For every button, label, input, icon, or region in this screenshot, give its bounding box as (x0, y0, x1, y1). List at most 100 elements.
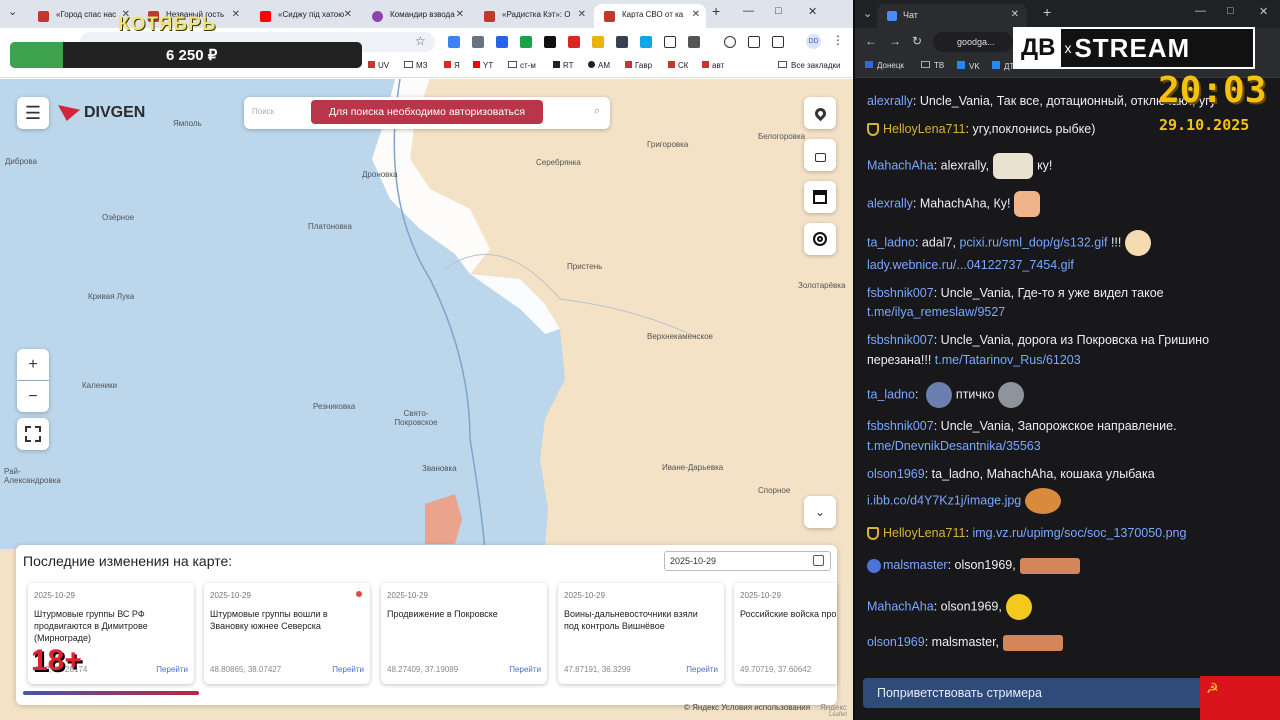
extension-icon[interactable] (472, 36, 484, 48)
extension-icon[interactable] (496, 36, 508, 48)
hamburger-menu-button[interactable]: ☰ (17, 97, 49, 129)
chat-username[interactable]: alexrally (867, 94, 913, 108)
tab-search-icon[interactable]: ⌄ (863, 7, 872, 20)
maximize-button[interactable]: □ (1227, 5, 1234, 17)
leaflet-attribution[interactable]: Leaflet (829, 712, 847, 718)
chat-link[interactable]: t.me/ilya_remeslaw/9527 (867, 303, 1005, 322)
calendar-icon[interactable] (813, 555, 824, 566)
bookmark-sk[interactable]: СК (668, 61, 688, 70)
chat-username[interactable]: ta_ladno (867, 387, 915, 401)
bookmark-dt[interactable]: ДТ (992, 61, 1014, 71)
lock-button[interactable] (804, 139, 836, 171)
chat-username[interactable]: HelloyLena711 (883, 526, 965, 540)
chat-tab[interactable]: Чат ✕ (877, 4, 1027, 28)
new-tab-button[interactable]: + (712, 3, 720, 19)
close-icon[interactable]: ✕ (578, 9, 586, 20)
extension-icon[interactable] (568, 36, 580, 48)
extension-icon[interactable] (592, 36, 604, 48)
divgen-logo[interactable]: DIVGEN (58, 101, 145, 125)
bookmark-donetsk[interactable]: Донецк (865, 61, 904, 70)
minimize-button[interactable]: — (1195, 5, 1206, 17)
date-picker[interactable]: 2025-10-29 (664, 551, 831, 571)
close-icon[interactable]: ✕ (232, 9, 240, 20)
profile-avatar[interactable]: DD (806, 34, 821, 49)
card-open-link[interactable]: Перейти (332, 665, 364, 674)
chat-username[interactable]: malsmaster (883, 558, 948, 572)
chat-link[interactable]: img.vz.ru/upimg/soc/soc_1370050.png (972, 526, 1186, 540)
maximize-button[interactable]: □ (775, 5, 782, 17)
change-card[interactable]: 2025-10-29 Российские войска продолжают … (734, 583, 837, 684)
chat-link[interactable]: t.me/DnevnikDesantnika/35563 (867, 437, 1041, 456)
zoom-out-button[interactable]: − (17, 381, 49, 412)
close-window-button[interactable]: ✕ (1259, 5, 1268, 18)
minimize-button[interactable]: — (743, 5, 754, 17)
forward-icon[interactable]: → (889, 34, 901, 48)
all-bookmarks-folder[interactable]: Все закладки (778, 61, 840, 70)
map-attribution[interactable]: © Яндекс Условия использования (684, 703, 810, 712)
zoom-in-button[interactable]: + (17, 349, 49, 380)
close-icon[interactable]: ✕ (692, 9, 700, 20)
map-search-box[interactable]: Поиск Для поиска необходимо авторизовать… (244, 97, 610, 129)
tab-search-icon[interactable]: ⌄ (8, 5, 17, 18)
tab-6-active[interactable]: Карта СВО от ка ✕ (594, 4, 706, 28)
reload-icon[interactable]: ↻ (912, 34, 922, 48)
screenshot-icon[interactable] (772, 36, 784, 48)
change-card[interactable]: 2025-10-29 Продвижение в Покровске 48.27… (381, 583, 547, 684)
menu-dots-icon[interactable]: ⋮ (832, 33, 844, 47)
back-icon[interactable]: ← (865, 34, 877, 48)
star-icon[interactable]: ☆ (415, 34, 426, 48)
chat-username[interactable]: alexrally (867, 196, 913, 210)
chat-link[interactable]: t.me/Tatarinov_Rus/61203 (935, 353, 1081, 367)
tab-3[interactable]: «Сиджу під хатою ✕ (250, 4, 358, 28)
bookmark-vk[interactable]: VK (957, 61, 980, 71)
close-icon[interactable]: ✕ (344, 9, 352, 20)
card-open-link[interactable]: Перейти (156, 665, 188, 674)
bookmark-rt[interactable]: RT (553, 61, 574, 70)
card-open-link[interactable]: Перейти (686, 665, 718, 674)
bookmark-mz[interactable]: МЗ (404, 61, 428, 70)
bookmark-uv[interactable]: UV (368, 61, 389, 70)
chat-username[interactable]: MahachAha (867, 599, 934, 613)
collapse-panel-button[interactable]: ⌄ (804, 496, 836, 528)
chat-username[interactable]: olson1969 (867, 635, 925, 649)
extension-icon[interactable] (520, 36, 532, 48)
bookmark-tv[interactable]: ТВ (921, 61, 944, 70)
extension-icon[interactable] (664, 36, 676, 48)
bookmark-avt[interactable]: авт (702, 61, 724, 70)
extension-icon[interactable] (640, 36, 652, 48)
new-tab-button[interactable]: + (1043, 4, 1051, 20)
bookmark-am[interactable]: AM (588, 61, 610, 70)
bookmark-ya[interactable]: Я (444, 61, 460, 70)
extension-icon[interactable] (544, 36, 556, 48)
close-icon[interactable]: ✕ (1011, 9, 1019, 20)
chat-link[interactable]: i.ibb.co/d4Y7Kz1j/image.jpg (867, 493, 1021, 507)
bookmark-yt[interactable]: YT (473, 61, 493, 70)
chat-link[interactable]: pcixi.ru/sml_dop/g/s132.gif (959, 235, 1107, 249)
bookmark-st-m[interactable]: ст-м (508, 61, 536, 70)
fullscreen-button[interactable] (17, 418, 49, 450)
chat-link[interactable]: lady.webnice.ru/...04122737_7454.gif (867, 256, 1074, 275)
location-button[interactable] (804, 97, 836, 129)
change-card[interactable]: 2025-10-29 Воины-дальневосточники взяли … (558, 583, 724, 684)
chat-username[interactable]: fsbshnik007 (867, 333, 934, 347)
link-icon[interactable] (748, 36, 760, 48)
close-icon[interactable]: ✕ (456, 9, 464, 20)
close-window-button[interactable]: ✕ (808, 5, 817, 18)
horizontal-scrollbar[interactable] (23, 691, 199, 695)
chat-username[interactable]: HelloyLena711 (883, 122, 965, 136)
chat-username[interactable]: olson1969 (867, 467, 925, 481)
layers-button[interactable] (804, 223, 836, 255)
bookmark-gavr[interactable]: Гавр (625, 61, 652, 70)
address-bar[interactable]: goodga... (933, 32, 1013, 52)
ruler-button[interactable] (804, 181, 836, 213)
chat-username[interactable]: ta_ladno (867, 235, 915, 249)
tab-4[interactable]: Командир взвода ✕ (362, 4, 470, 28)
puzzle-icon[interactable] (688, 36, 700, 48)
key-icon[interactable] (724, 36, 736, 48)
chat-username[interactable]: MahachAha (867, 158, 934, 172)
card-open-link[interactable]: Перейти (509, 665, 541, 674)
chat-username[interactable]: fsbshnik007 (867, 286, 934, 300)
tab-5[interactable]: «Радистка Кэт»: О ✕ (474, 4, 592, 28)
extension-icon[interactable] (448, 36, 460, 48)
change-card[interactable]: 2025-10-29 Штурмовые группы вошли в Зван… (204, 583, 370, 684)
